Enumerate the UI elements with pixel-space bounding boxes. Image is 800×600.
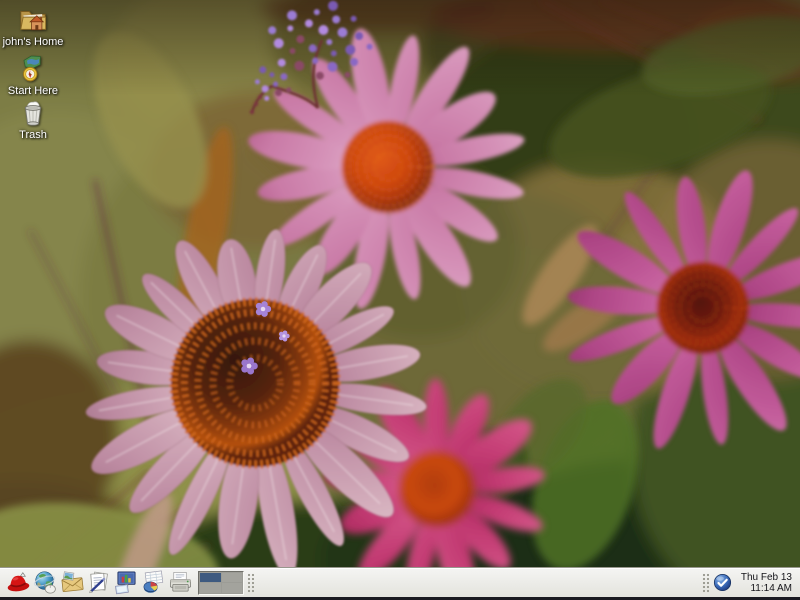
workspace-cell-2[interactable]: [222, 573, 243, 583]
word-processor-icon: [87, 570, 112, 595]
desktop-icon-home[interactable]: john's Home: [2, 4, 64, 48]
launcher-spreadsheet[interactable]: [140, 569, 167, 596]
printer-icon: [168, 570, 193, 595]
launcher-presentation[interactable]: [113, 569, 140, 596]
notification-area-drag-handle[interactable]: [702, 573, 709, 593]
start-here-icon: [18, 53, 48, 83]
redhat-menu-icon: [6, 570, 31, 595]
desktop-wallpaper: [0, 0, 800, 600]
home-folder-icon: [18, 4, 48, 34]
launcher-word-processor[interactable]: [86, 569, 113, 596]
workspace-switcher[interactable]: [198, 571, 244, 595]
desktop-icon-start-here[interactable]: Start Here: [2, 53, 64, 97]
launcher-web-browser[interactable]: [32, 569, 59, 596]
presentation-icon: [114, 570, 139, 595]
desktop[interactable]: john's Home Start Here Trash: [0, 0, 800, 600]
update-check-icon: [713, 573, 732, 592]
bottom-panel: Thu Feb 13 11:14 AM: [0, 567, 800, 597]
desktop-icon-trash[interactable]: Trash: [2, 97, 64, 141]
clock-time: 11:14 AM: [750, 583, 792, 594]
spreadsheet-icon: [141, 570, 166, 595]
trash-icon: [18, 97, 48, 127]
launcher-printer[interactable]: [167, 569, 194, 596]
clock-date: Thu Feb 13: [741, 572, 792, 583]
desktop-icon-label: Trash: [19, 130, 47, 141]
workspace-cell-1[interactable]: [200, 573, 221, 583]
clock-applet[interactable]: Thu Feb 13 11:14 AM: [741, 572, 792, 594]
launcher-email[interactable]: [59, 569, 86, 596]
update-notifier[interactable]: [712, 572, 733, 593]
workspace-cell-4[interactable]: [222, 583, 243, 593]
launcher-main-menu[interactable]: [5, 569, 32, 596]
web-browser-globe-icon: [33, 570, 58, 595]
desktop-icon-label: john's Home: [3, 37, 64, 48]
panel-drag-handle[interactable]: [247, 573, 254, 593]
workspace-cell-3[interactable]: [200, 583, 221, 593]
email-envelope-icon: [60, 570, 85, 595]
desktop-icon-label: Start Here: [8, 86, 58, 97]
